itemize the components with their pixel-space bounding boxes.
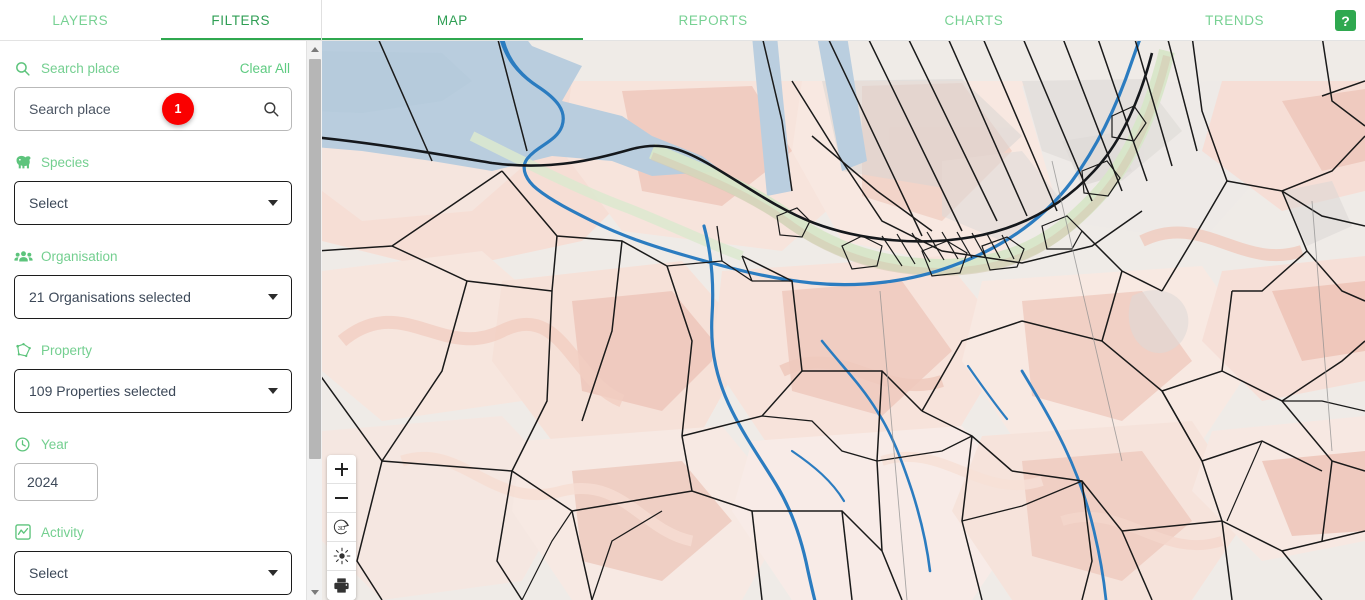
rotate-3d-button[interactable]: 3D	[327, 513, 356, 542]
year-input-value: 2024	[27, 474, 59, 490]
tab-filters[interactable]: FILTERS	[160, 0, 322, 41]
species-select[interactable]: Select	[14, 181, 292, 225]
chevron-down-icon	[268, 200, 278, 206]
search-icon	[14, 59, 34, 77]
species-label: Species	[41, 154, 90, 170]
sun-icon	[333, 547, 351, 565]
tab-reports-label: REPORTS	[678, 13, 748, 28]
chevron-down-icon	[268, 294, 278, 300]
map-canvas[interactable]: 3D	[322, 41, 1365, 600]
zoom-out-button[interactable]	[327, 484, 356, 513]
property-section-header: Property	[14, 335, 292, 365]
map-vector-layers	[322, 41, 1365, 600]
chevron-down-icon	[268, 570, 278, 576]
property-label: Property	[41, 342, 93, 358]
year-section-header: Year	[14, 429, 292, 459]
search-step-badge-count: 1	[174, 102, 182, 116]
printer-icon	[332, 576, 351, 595]
tab-charts[interactable]: CHARTS	[844, 0, 1105, 41]
organisation-select[interactable]: 21 Organisations selected	[14, 275, 292, 319]
filters-sidebar: Search place Clear All Search place 1 Sp…	[0, 41, 322, 600]
search-input-placeholder: Search place	[29, 101, 111, 117]
sidebar-scrollbar-thumb[interactable]	[309, 59, 321, 459]
brightness-button[interactable]	[327, 542, 356, 571]
property-select[interactable]: 109 Properties selected	[14, 369, 292, 413]
species-section-header: Species	[14, 147, 292, 177]
search-input[interactable]: Search place	[14, 87, 292, 131]
activity-select[interactable]: Select	[14, 551, 292, 595]
help-icon-glyph: ?	[1341, 12, 1350, 29]
top-tab-bar: LAYERS FILTERS MAP REPORTS CHARTS TRENDS…	[0, 0, 1365, 41]
tab-map[interactable]: MAP	[322, 0, 583, 41]
search-step-badge: 1	[162, 93, 194, 125]
tab-filters-label: FILTERS	[211, 13, 271, 28]
organisation-section-header: Organisation	[14, 241, 292, 271]
search-place-section-header: Search place Clear All	[14, 53, 292, 83]
sidebar-tab-group: LAYERS FILTERS	[0, 0, 322, 41]
tab-charts-label: CHARTS	[944, 13, 1004, 28]
tab-layers[interactable]: LAYERS	[0, 0, 161, 41]
sidebar-scrollbar[interactable]	[306, 41, 322, 600]
activity-select-value: Select	[29, 565, 68, 581]
chevron-down-icon	[268, 388, 278, 394]
year-input[interactable]: 2024	[14, 463, 98, 501]
3d-rotate-icon: 3D	[332, 518, 351, 537]
tab-reports[interactable]: REPORTS	[583, 0, 844, 41]
year-label: Year	[41, 436, 69, 452]
tab-trends-label: TRENDS	[1205, 13, 1265, 28]
activity-chart-icon	[14, 523, 34, 541]
scroll-up-arrow-icon[interactable]	[307, 41, 322, 57]
zoom-in-button[interactable]	[327, 455, 356, 484]
species-select-value: Select	[29, 195, 68, 211]
print-button[interactable]	[327, 571, 356, 600]
plus-icon	[335, 462, 348, 476]
clock-icon	[14, 435, 34, 453]
help-icon[interactable]: ?	[1335, 10, 1356, 31]
species-icon	[14, 153, 34, 171]
search-submit-icon[interactable]	[262, 100, 280, 123]
organisation-select-value: 21 Organisations selected	[29, 289, 191, 305]
polygon-icon	[14, 341, 34, 359]
search-place-label: Search place	[41, 60, 120, 76]
content-tab-group: MAP REPORTS CHARTS TRENDS	[322, 0, 1365, 41]
group-icon	[14, 247, 34, 265]
activity-label: Activity	[41, 524, 84, 540]
tab-trends[interactable]: TRENDS	[1104, 0, 1365, 41]
minus-icon	[335, 492, 348, 505]
activity-section-header: Activity	[14, 517, 292, 547]
clear-all-button[interactable]: Clear All	[240, 61, 292, 76]
map-controls: 3D	[327, 455, 356, 600]
svg-text:3D: 3D	[338, 526, 345, 532]
organisation-label: Organisation	[41, 248, 118, 264]
property-select-value: 109 Properties selected	[29, 383, 177, 399]
tab-map-label: MAP	[436, 13, 468, 28]
filters-sidebar-content: Search place Clear All Search place 1 Sp…	[0, 41, 306, 600]
tab-layers-label: LAYERS	[52, 13, 109, 28]
scroll-down-arrow-icon[interactable]	[307, 584, 322, 600]
